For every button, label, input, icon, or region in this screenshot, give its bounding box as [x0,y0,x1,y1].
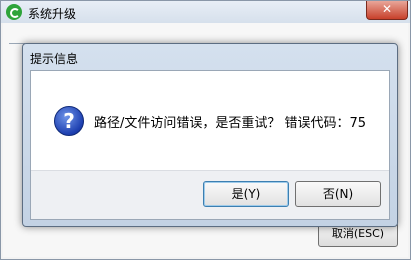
yes-button[interactable]: 是(Y) [203,181,289,207]
prompt-dialog: 提示信息 ? 路径/文件访问错误，是否重试？ 错误代码：75 是(Y) 否(N) [22,43,398,227]
no-button[interactable]: 否(N) [295,181,381,207]
app-icon [6,4,22,20]
parent-close-button[interactable]: ✕ [366,1,408,20]
parent-titlebar[interactable]: 系统升级 ✕ [1,1,410,23]
dialog-title: 提示信息 [30,52,79,66]
dialog-message: 路径/文件访问错误，是否重试？ 错误代码：75 [94,116,367,131]
parent-window-title: 系统升级 [28,7,77,21]
question-icon: ? [54,106,84,136]
dialog-body: ? 路径/文件访问错误，是否重试？ 错误代码：75 是(Y) 否(N) [30,70,390,220]
dialog-button-strip: 是(Y) 否(N) [31,170,389,219]
